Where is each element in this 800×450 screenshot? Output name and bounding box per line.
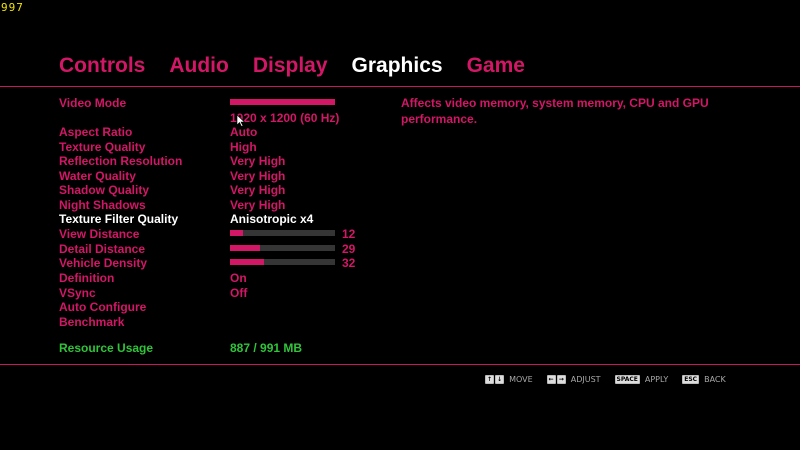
benchmark-label: Benchmark	[59, 315, 125, 329]
setting-aspect-ratio[interactable]: Aspect Ratio Auto	[59, 125, 389, 139]
detail-distance-slider[interactable]	[230, 245, 335, 251]
water-quality-value: Very High	[230, 169, 286, 183]
resource-usage-value: 887 / 991 MB	[230, 341, 303, 355]
fps-counter: 997	[1, 1, 24, 14]
vehicle-density-slider[interactable]	[230, 259, 335, 265]
setting-texture-filter-quality[interactable]: Texture Filter Quality Anisotropic x4	[59, 212, 389, 226]
aspect-ratio-label: Aspect Ratio	[59, 125, 133, 139]
setting-video-mode[interactable]: Video Mode	[59, 96, 389, 110]
benchmark-button[interactable]: Benchmark	[59, 315, 389, 329]
texture-quality-label: Texture Quality	[59, 140, 146, 154]
setting-definition[interactable]: Definition On	[59, 271, 389, 285]
space-key-icon: SPACE	[614, 375, 640, 384]
video-mode-slider-fill	[230, 99, 335, 105]
night-shadows-value: Very High	[230, 198, 286, 212]
mouse-cursor-icon	[237, 115, 245, 127]
setting-shadow-quality[interactable]: Shadow Quality Very High	[59, 183, 389, 197]
view-distance-value: 12	[342, 227, 356, 241]
top-divider	[0, 86, 800, 87]
setting-night-shadows[interactable]: Night Shadows Very High	[59, 198, 389, 212]
tab-game[interactable]: Game	[467, 54, 525, 78]
tab-graphics[interactable]: Graphics	[352, 54, 443, 78]
video-mode-label: Video Mode	[59, 96, 127, 110]
texture-filter-quality-label: Texture Filter Quality	[59, 212, 179, 226]
hint-back: ESC BACK	[682, 375, 726, 384]
aspect-ratio-value: Auto	[230, 125, 258, 139]
hint-adjust: ← → ADJUST	[546, 375, 601, 384]
shadow-quality-label: Shadow Quality	[59, 183, 150, 197]
auto-configure-button[interactable]: Auto Configure	[59, 300, 389, 314]
video-mode-value: 1920 x 1200 (60 Hz)	[230, 111, 340, 125]
auto-configure-label: Auto Configure	[59, 300, 147, 314]
control-hints: ↑ ↓ MOVE ← → ADJUST SPACE APPLY ESC BACK	[485, 375, 740, 384]
hint-apply-label: APPLY	[644, 375, 669, 384]
vehicle-density-label: Vehicle Density	[59, 256, 148, 270]
vehicle-density-value: 32	[342, 256, 356, 270]
vehicle-density-slider-fill	[230, 259, 264, 265]
setting-description: Affects video memory, system memory, CPU…	[401, 96, 709, 126]
resource-usage: Resource Usage 887 / 991 MB	[59, 341, 389, 355]
definition-value: On	[230, 271, 247, 285]
hint-adjust-label: ADJUST	[570, 375, 601, 384]
shadow-quality-value: Very High	[230, 183, 286, 197]
setting-video-mode-value-row: 1920 x 1200 (60 Hz)	[59, 111, 389, 125]
detail-distance-label: Detail Distance	[59, 242, 146, 256]
tab-controls[interactable]: Controls	[59, 54, 145, 78]
setting-vsync[interactable]: VSync Off	[59, 286, 389, 300]
setting-reflection-resolution[interactable]: Reflection Resolution Very High	[59, 154, 389, 168]
reflection-resolution-value: Very High	[230, 154, 286, 168]
hint-move: ↑ ↓ MOVE	[485, 375, 533, 384]
detail-distance-slider-fill	[230, 245, 261, 251]
left-arrow-key-icon: ←	[546, 375, 556, 384]
view-distance-slider-fill	[230, 230, 243, 236]
setting-detail-distance[interactable]: Detail Distance 29	[59, 242, 389, 256]
right-arrow-key-icon: →	[556, 375, 566, 384]
setting-view-distance[interactable]: View Distance 12	[59, 227, 389, 241]
vsync-value: Off	[230, 286, 248, 300]
hint-back-label: BACK	[704, 375, 726, 384]
night-shadows-label: Night Shadows	[59, 198, 146, 212]
vsync-label: VSync	[59, 286, 96, 300]
up-arrow-key-icon: ↑	[485, 375, 495, 384]
hint-move-label: MOVE	[509, 375, 533, 384]
texture-filter-quality-value: Anisotropic x4	[230, 212, 314, 226]
video-mode-slider[interactable]	[230, 99, 335, 105]
down-arrow-key-icon: ↓	[495, 375, 505, 384]
resource-usage-label: Resource Usage	[59, 341, 154, 355]
reflection-resolution-label: Reflection Resolution	[59, 154, 183, 168]
setting-texture-quality[interactable]: Texture Quality High	[59, 140, 389, 154]
tab-display[interactable]: Display	[253, 54, 328, 78]
water-quality-label: Water Quality	[59, 169, 136, 183]
detail-distance-value: 29	[342, 242, 356, 256]
esc-key-icon: ESC	[682, 375, 700, 384]
texture-quality-value: High	[230, 140, 257, 154]
tab-audio[interactable]: Audio	[169, 54, 228, 78]
view-distance-label: View Distance	[59, 227, 140, 241]
bottom-divider	[0, 364, 800, 365]
setting-vehicle-density[interactable]: Vehicle Density 32	[59, 256, 389, 270]
view-distance-slider[interactable]	[230, 230, 335, 236]
setting-water-quality[interactable]: Water Quality Very High	[59, 169, 389, 183]
settings-tabs: Controls Audio Display Graphics Game	[59, 54, 549, 78]
definition-label: Definition	[59, 271, 115, 285]
hint-apply: SPACE APPLY	[614, 375, 669, 384]
